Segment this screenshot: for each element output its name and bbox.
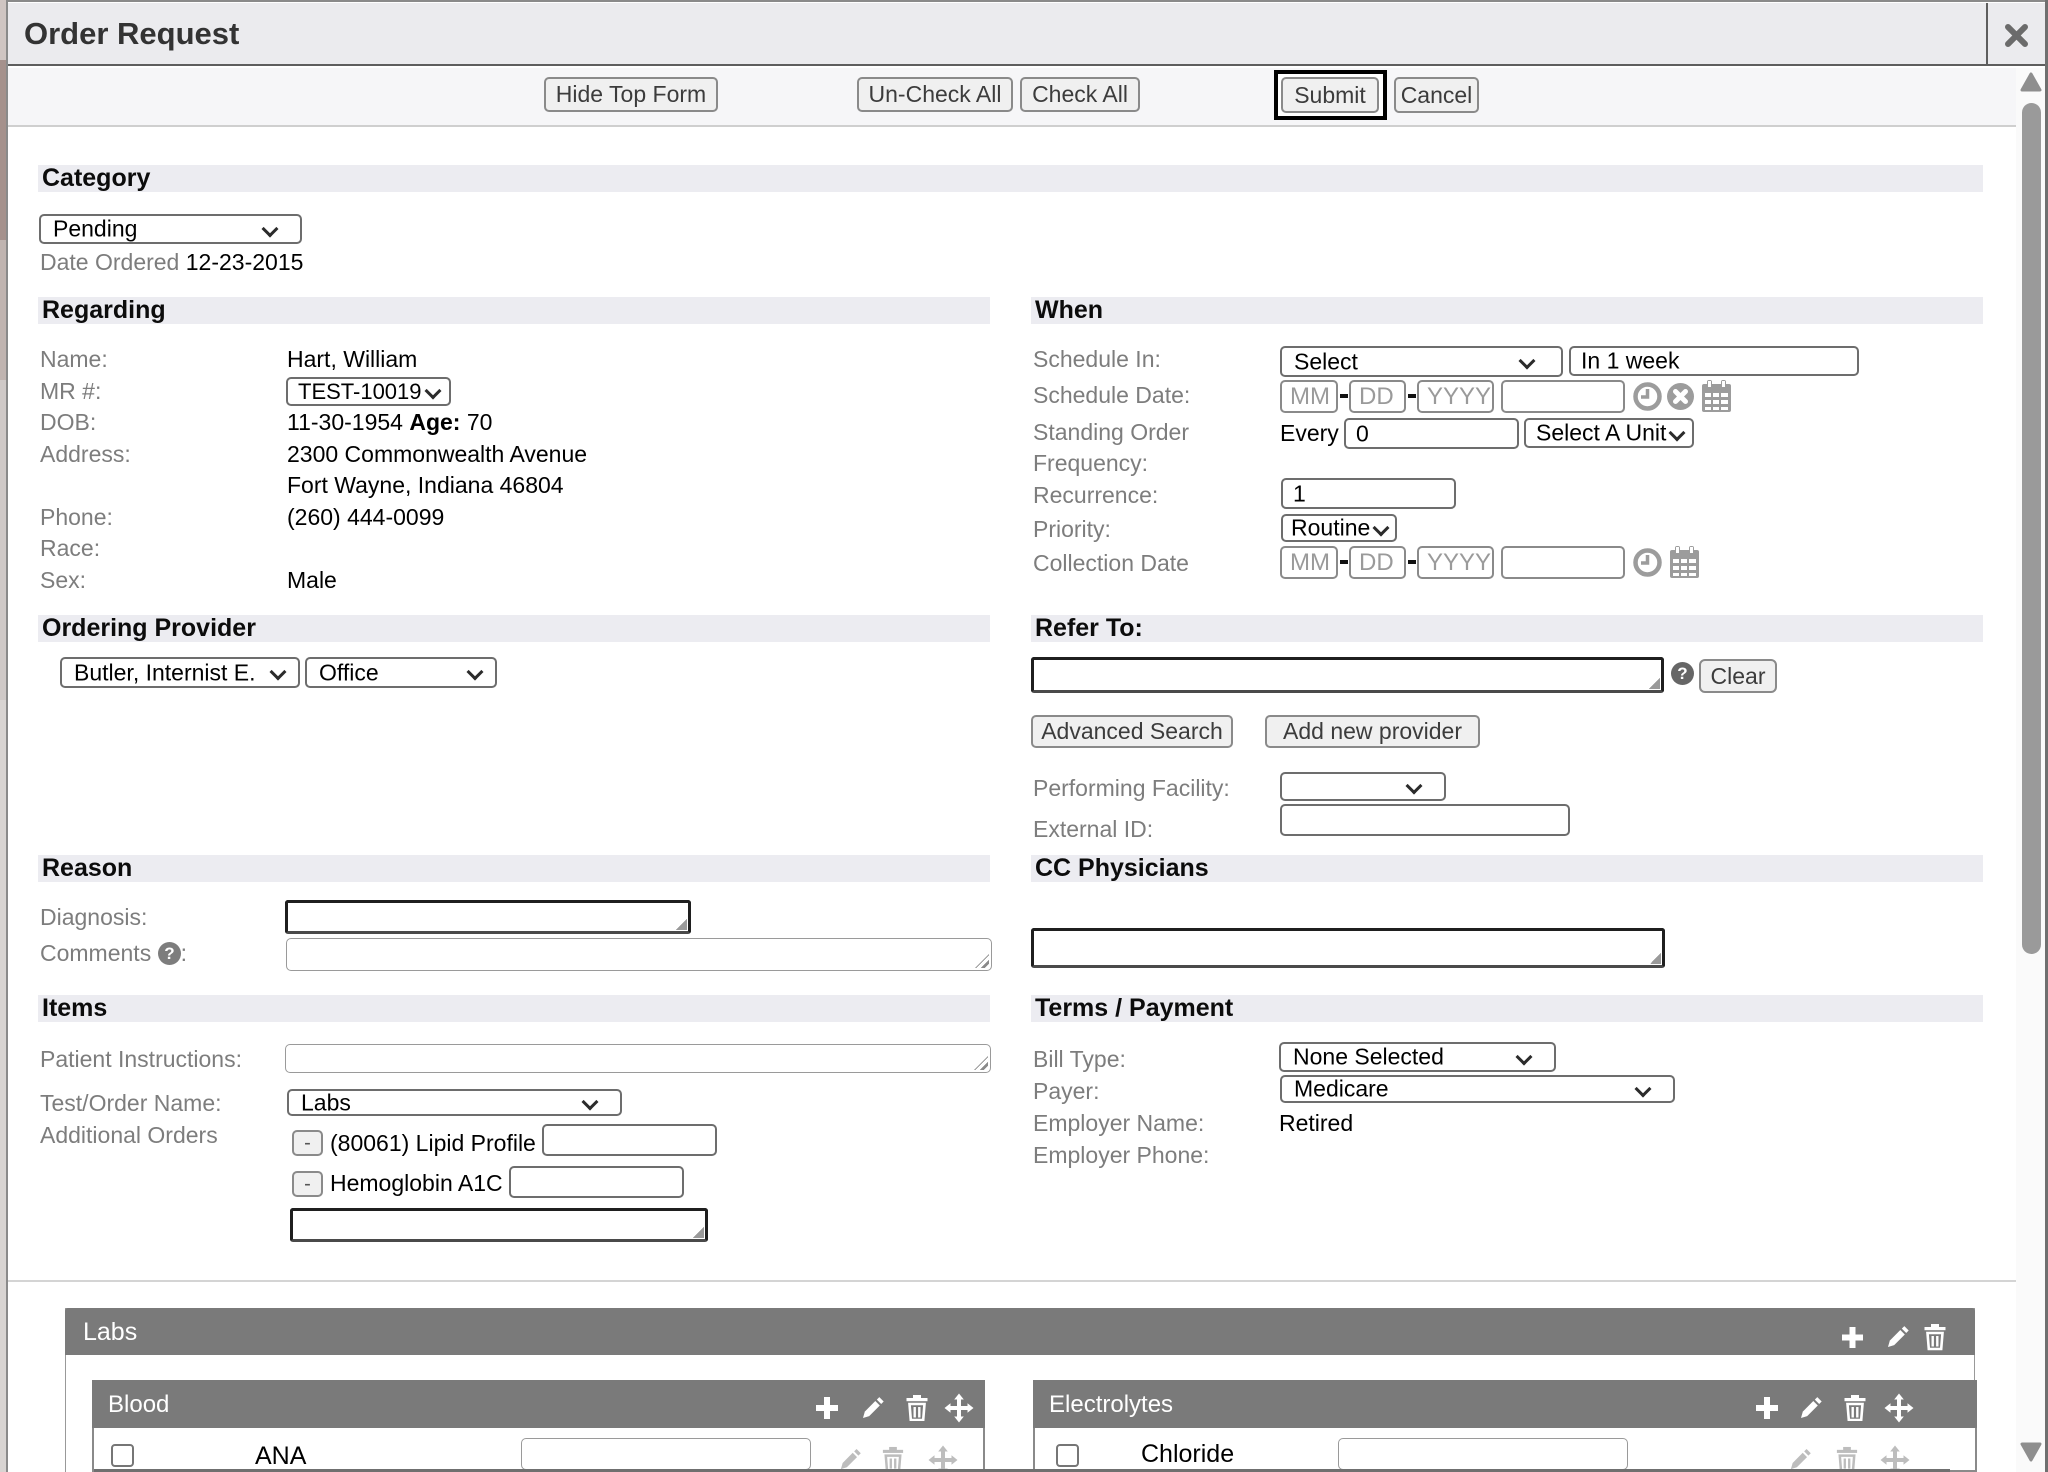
svg-text:?: ? (1677, 664, 1687, 683)
svg-text:?: ? (164, 944, 174, 963)
